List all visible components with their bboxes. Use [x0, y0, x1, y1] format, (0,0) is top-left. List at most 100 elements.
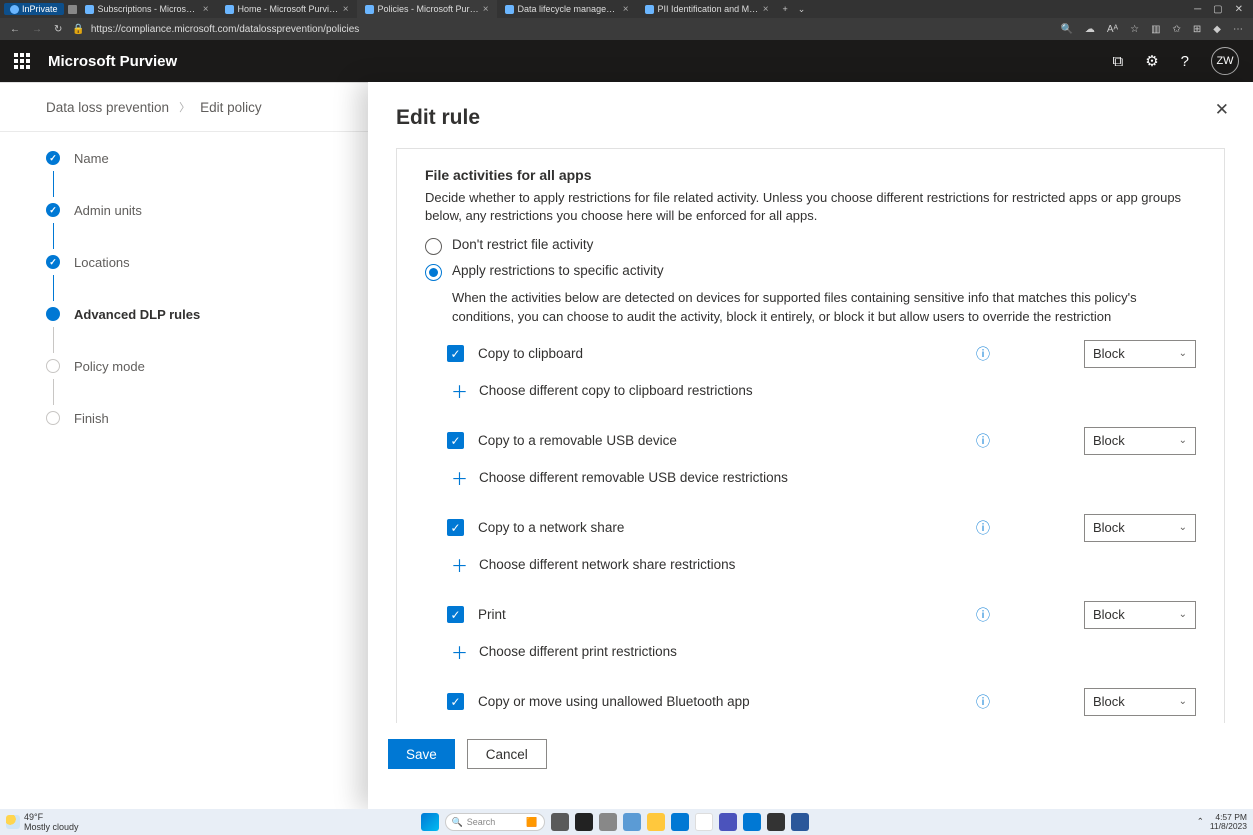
- chrome-icon[interactable]: [695, 813, 713, 831]
- radio-apply-restrictions[interactable]: Apply restrictions to specific activity: [425, 263, 1196, 281]
- step-locations[interactable]: Locations: [46, 249, 246, 275]
- link-icon[interactable]: ⧉: [1112, 53, 1123, 70]
- read-aloud-icon[interactable]: Aᴬ: [1107, 24, 1118, 35]
- minimize-icon[interactable]: ─: [1194, 4, 1201, 15]
- cancel-button[interactable]: Cancel: [467, 739, 547, 769]
- maximize-icon[interactable]: ▢: [1213, 4, 1222, 15]
- browser-titlebar: InPrivate Subscriptions - Microsoft 365 …: [0, 0, 1253, 18]
- settings-icon[interactable]: ⚙: [1145, 52, 1158, 70]
- checkbox[interactable]: ✓: [447, 693, 464, 710]
- start-icon[interactable]: [421, 813, 439, 831]
- action-select[interactable]: Block⌄: [1084, 340, 1196, 368]
- action-select[interactable]: Block⌄: [1084, 427, 1196, 455]
- step-advanced-dlp[interactable]: Advanced DLP rules: [46, 301, 246, 327]
- checkbox[interactable]: ✓: [447, 606, 464, 623]
- taskbar: 49°F Mostly cloudy 🔍Search🟧 ⌃ 4:57 PM 11…: [0, 809, 1253, 835]
- avatar[interactable]: ZW: [1211, 47, 1239, 75]
- collections-icon[interactable]: ⊞: [1193, 24, 1201, 35]
- plus-icon: ＋: [451, 639, 467, 664]
- browser-tab[interactable]: Data lifecycle management - M...×: [497, 0, 637, 18]
- radio-dont-restrict[interactable]: Don't restrict file activity: [425, 237, 1196, 255]
- close-icon[interactable]: ×: [623, 4, 629, 15]
- new-tab-button[interactable]: +: [777, 4, 794, 14]
- info-icon[interactable]: ⓘ: [976, 431, 990, 451]
- weather-widget[interactable]: 49°F Mostly cloudy: [6, 812, 79, 832]
- radio-icon[interactable]: [425, 238, 442, 255]
- favorite-icon[interactable]: ☆: [1130, 24, 1139, 35]
- url-field[interactable]: 🔒 https://compliance.microsoft.com/datal…: [72, 24, 359, 35]
- tray-chevron-icon[interactable]: ⌃: [1197, 817, 1204, 826]
- panel-title: Edit rule: [368, 82, 1253, 148]
- checkbox[interactable]: ✓: [447, 345, 464, 362]
- taskbar-search[interactable]: 🔍Search🟧: [445, 813, 545, 831]
- terminal-icon[interactable]: [767, 813, 785, 831]
- word-icon[interactable]: [791, 813, 809, 831]
- task-view-icon[interactable]: [551, 813, 569, 831]
- activity-copy-clipboard: ✓ Copy to clipboard ⓘ Block⌄: [447, 340, 1196, 368]
- info-icon[interactable]: ⓘ: [976, 692, 990, 712]
- split-icon[interactable]: ▥: [1151, 24, 1160, 35]
- checkbox[interactable]: ✓: [447, 432, 464, 449]
- radio-icon[interactable]: [425, 264, 442, 281]
- step-name[interactable]: Name: [46, 145, 246, 171]
- menu-icon[interactable]: ⋯: [1233, 24, 1243, 35]
- checkbox[interactable]: ✓: [447, 519, 464, 536]
- action-select[interactable]: Block⌄: [1084, 514, 1196, 542]
- add-clipboard-restriction[interactable]: ＋Choose different copy to clipboard rest…: [451, 378, 1196, 403]
- chevron-down-icon: ⌄: [1179, 696, 1187, 707]
- app-icon[interactable]: [623, 813, 641, 831]
- tab-overflow-icon[interactable]: ⌄: [794, 4, 810, 15]
- weather-icon: [6, 815, 20, 829]
- activity-bluetooth: ✓ Copy or move using unallowed Bluetooth…: [447, 688, 1196, 716]
- app-icon[interactable]: [599, 813, 617, 831]
- refresh-icon[interactable]: ↻: [54, 24, 62, 35]
- section-description: Decide whether to apply restrictions for…: [425, 189, 1196, 225]
- breadcrumb-item: Edit policy: [200, 100, 262, 115]
- step-admin-units[interactable]: Admin units: [46, 197, 246, 223]
- info-icon[interactable]: ⓘ: [976, 605, 990, 625]
- help-icon[interactable]: ?: [1181, 53, 1189, 70]
- search-icon: 🔍: [452, 817, 463, 828]
- action-select[interactable]: Block⌄: [1084, 688, 1196, 716]
- chevron-down-icon: ⌄: [1179, 348, 1187, 359]
- file-explorer-icon[interactable]: [647, 813, 665, 831]
- close-panel-icon[interactable]: ✕: [1215, 100, 1229, 120]
- add-network-restriction[interactable]: ＋Choose different network share restrict…: [451, 552, 1196, 577]
- edge-icon[interactable]: [671, 813, 689, 831]
- shopping-icon[interactable]: ☁: [1085, 24, 1095, 35]
- close-icon[interactable]: ×: [763, 4, 769, 15]
- add-print-restriction[interactable]: ＋Choose different print restrictions: [451, 639, 1196, 664]
- app-icon[interactable]: [575, 813, 593, 831]
- browser-tab[interactable]: Home - Microsoft Purview×: [217, 0, 357, 18]
- back-icon[interactable]: ←: [10, 24, 20, 35]
- favorites-bar-icon[interactable]: ✩: [1173, 24, 1181, 35]
- close-icon[interactable]: ×: [483, 4, 489, 15]
- snip-icon[interactable]: [815, 813, 833, 831]
- info-icon[interactable]: ⓘ: [976, 344, 990, 364]
- zoom-icon[interactable]: 🔍: [1060, 24, 1072, 35]
- close-icon[interactable]: ×: [343, 4, 349, 15]
- browser-tab[interactable]: Policies - Microsoft Purview×: [357, 0, 497, 18]
- chevron-right-icon: 〉: [179, 99, 190, 115]
- close-icon[interactable]: ×: [203, 4, 209, 15]
- panel-scroll-area[interactable]: File activities for all apps Decide whet…: [396, 148, 1225, 723]
- browser-tab[interactable]: PII Identification and Minimizat...×: [637, 0, 777, 18]
- action-select[interactable]: Block⌄: [1084, 601, 1196, 629]
- save-button[interactable]: Save: [388, 739, 455, 769]
- step-finish[interactable]: Finish: [46, 405, 246, 431]
- breadcrumb-item[interactable]: Data loss prevention: [46, 100, 169, 115]
- panel-footer: Save Cancel: [368, 723, 1253, 785]
- step-policy-mode[interactable]: Policy mode: [46, 353, 246, 379]
- radio-description: When the activities below are detected o…: [452, 289, 1196, 325]
- teams-icon[interactable]: [719, 813, 737, 831]
- add-usb-restriction[interactable]: ＋Choose different removable USB device r…: [451, 465, 1196, 490]
- tab-actions-icon[interactable]: [68, 5, 77, 14]
- plus-icon: ＋: [451, 465, 467, 490]
- app-launcher-icon[interactable]: [14, 53, 30, 69]
- close-window-icon[interactable]: ✕: [1235, 4, 1243, 15]
- extensions-icon[interactable]: ◆: [1213, 24, 1221, 35]
- browser-tab[interactable]: Subscriptions - Microsoft 365 a...×: [77, 0, 217, 18]
- outlook-icon[interactable]: [743, 813, 761, 831]
- chevron-down-icon: ⌄: [1179, 522, 1187, 533]
- info-icon[interactable]: ⓘ: [976, 518, 990, 538]
